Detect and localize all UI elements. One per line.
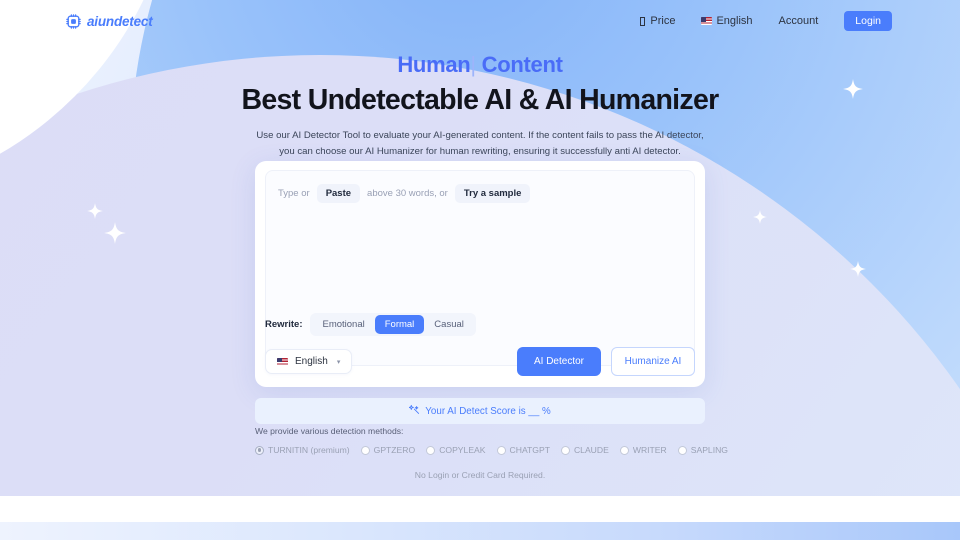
detector-card: Type or Paste above 30 words, or Try a s… xyxy=(255,161,705,387)
rewrite-label: Rewrite: xyxy=(265,319,303,330)
editor-placeholder-row: Type or Paste above 30 words, or Try a s… xyxy=(278,184,531,203)
footnote: No Login or Credit Card Required. xyxy=(414,470,546,480)
rewrite-segmented-control: Emotional Formal Casual xyxy=(310,313,476,336)
hero-eyebrow-caret: | xyxy=(470,52,476,77)
site-header: aiundetect Price English Account Login xyxy=(0,0,960,42)
nav-item-language[interactable]: English xyxy=(701,15,753,27)
method-label: GPTZERO xyxy=(373,445,416,455)
method-gptzero[interactable]: GPTZERO xyxy=(360,445,416,455)
method-label: COPYLEAK xyxy=(439,445,486,455)
hint-type-or: Type or xyxy=(278,188,310,199)
us-flag-icon xyxy=(277,357,288,366)
rewrite-option-formal[interactable]: Formal xyxy=(374,315,425,334)
us-flag-icon xyxy=(701,17,713,25)
radio-icon xyxy=(619,445,629,455)
main-nav: Price English Account Login xyxy=(640,11,892,31)
sparkle-wand-icon xyxy=(409,404,420,418)
background-band-blue xyxy=(0,522,960,540)
method-label: CLAUDE xyxy=(573,445,609,455)
chip-logo-icon xyxy=(65,13,82,30)
page-title: Best Undetectable AI & AI Humanizer xyxy=(241,84,720,116)
hero-eyebrow-right: Content xyxy=(481,52,563,77)
brand-logo[interactable]: aiundetect xyxy=(65,13,153,30)
radio-icon xyxy=(255,445,264,455)
radio-icon xyxy=(426,445,436,455)
missing-glyph-icon xyxy=(640,16,646,26)
action-buttons: AI Detector Humanize AI xyxy=(517,347,695,376)
method-label: TURNITIN (premium) xyxy=(268,445,350,455)
rewrite-option-casual[interactable]: Casual xyxy=(424,315,474,334)
login-button[interactable]: Login xyxy=(844,11,892,31)
methods-title: We provide various detection methods: xyxy=(255,426,404,436)
background-band-white xyxy=(0,496,960,522)
humanize-ai-button[interactable]: Humanize AI xyxy=(611,347,695,376)
hero-subtitle: Use our AI Detector Tool to evaluate you… xyxy=(256,130,704,157)
method-label: WRITER xyxy=(632,445,667,455)
method-label: CHATGPT xyxy=(509,445,550,455)
score-text: Your AI Detect Score is __ % xyxy=(425,405,551,417)
nav-language-label: English xyxy=(716,15,753,27)
radio-icon xyxy=(560,445,570,455)
nav-item-price[interactable]: Price xyxy=(640,15,675,27)
hint-above-words: above 30 words, or xyxy=(367,188,448,199)
rewrite-option-emotional[interactable]: Emotional xyxy=(312,315,374,334)
card-actions-row: English ▾ AI Detector Humanize AI xyxy=(265,347,695,376)
radio-icon xyxy=(496,445,506,455)
chevron-down-icon: ▾ xyxy=(336,358,341,366)
method-writer[interactable]: WRITER xyxy=(619,445,667,455)
paste-button[interactable]: Paste xyxy=(316,184,361,203)
method-sapling[interactable]: SAPLING xyxy=(677,445,728,455)
detection-methods: We provide various detection methods: TU… xyxy=(255,426,728,455)
try-sample-button[interactable]: Try a sample xyxy=(454,184,531,203)
method-label: SAPLING xyxy=(690,445,728,455)
nav-account-label: Account xyxy=(778,15,819,27)
method-copyleak[interactable]: COPYLEAK xyxy=(426,445,486,455)
radio-icon xyxy=(360,445,370,455)
brand-name: aiundetect xyxy=(87,13,153,29)
method-chatgpt[interactable]: CHATGPT xyxy=(496,445,550,455)
hero-eyebrow: Human| Content xyxy=(0,52,960,78)
text-editor[interactable]: Type or Paste above 30 words, or Try a s… xyxy=(265,170,695,366)
rewrite-options: Rewrite: Emotional Formal Casual xyxy=(265,313,476,336)
language-select-value: English xyxy=(295,356,328,367)
radio-icon xyxy=(677,445,687,455)
language-select[interactable]: English ▾ xyxy=(265,349,353,374)
nav-item-account[interactable]: Account xyxy=(779,15,819,27)
score-banner: Your AI Detect Score is __ % xyxy=(255,398,705,424)
hero-eyebrow-left: Human xyxy=(397,52,471,77)
ai-detector-button[interactable]: AI Detector xyxy=(517,347,601,376)
method-claude[interactable]: CLAUDE xyxy=(560,445,609,455)
methods-list: TURNITIN (premium) GPTZERO COPYLEAK CHAT… xyxy=(255,445,728,455)
nav-price-label: Price xyxy=(650,15,676,27)
method-turnitin[interactable]: TURNITIN (premium) xyxy=(255,445,350,455)
